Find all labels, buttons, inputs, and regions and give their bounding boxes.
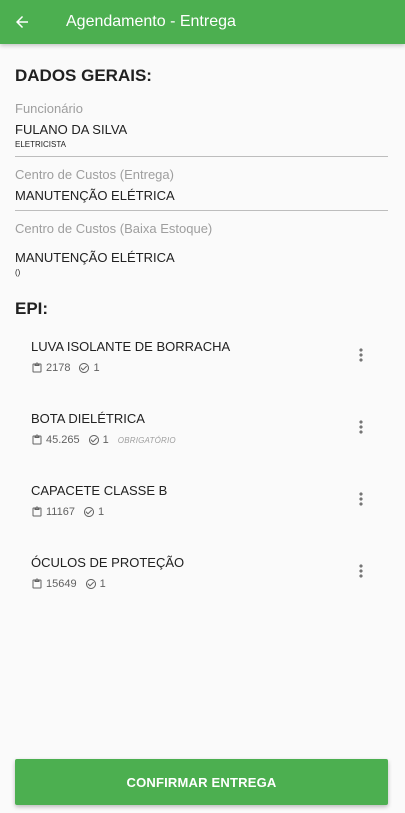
- epi-list: LUVA ISOLANTE DE BORRACHA 2178 1 BOTA DI…: [0, 333, 405, 621]
- epi-name: BOTA DIELÉTRICA: [31, 411, 145, 426]
- epi-list-item[interactable]: BOTA DIELÉTRICA 45.265 1 OBRIGATÓRIO: [31, 405, 371, 477]
- cost-center-stock-value: MANUTENÇÃO ELÉTRICA: [15, 250, 175, 265]
- check-circle-icon: [79, 363, 90, 373]
- epi-meta: 45.265 1 OBRIGATÓRIO: [31, 434, 371, 446]
- epi-name: ÓCULOS DE PROTEÇÃO: [31, 555, 185, 570]
- epi-section-title: EPI:: [15, 299, 49, 318]
- clipboard-icon: [32, 434, 42, 445]
- epi-code: 45.265: [46, 434, 80, 446]
- cost-center-stock-sub: (): [15, 268, 21, 277]
- epi-meta: 2178 1: [31, 362, 371, 374]
- page-title: Agendamento - Entrega: [66, 13, 236, 30]
- more-options-button[interactable]: [349, 415, 373, 439]
- epi-code: 2178: [46, 362, 71, 374]
- main-content: DADOS GERAIS: Funcionário FULANO DA SILV…: [0, 44, 405, 813]
- clipboard-icon: [32, 506, 42, 517]
- check-circle-icon: [85, 579, 96, 589]
- epi-list-item[interactable]: ÓCULOS DE PROTEÇÃO 15649 1: [31, 549, 371, 621]
- divider: [15, 210, 388, 211]
- clipboard-icon: [32, 578, 42, 589]
- epi-quantity: 1: [102, 434, 109, 446]
- employee-label: Funcionário: [15, 101, 83, 116]
- more-vert-icon: [359, 564, 363, 578]
- epi-meta: 11167 1: [31, 506, 371, 518]
- more-vert-icon: [359, 492, 363, 506]
- cost-center-delivery-value: MANUTENÇÃO ELÉTRICA: [15, 188, 175, 203]
- app-bar: Agendamento - Entrega: [0, 0, 405, 44]
- employee-role: ELETRICISTA: [15, 140, 66, 149]
- cost-center-delivery-label: Centro de Custos (Entrega): [15, 167, 174, 182]
- cost-center-stock-label: Centro de Custos (Baixa Estoque): [15, 221, 213, 236]
- clipboard-icon: [32, 362, 42, 373]
- epi-quantity: 1: [97, 506, 105, 518]
- general-section-title: DADOS GERAIS:: [15, 66, 152, 85]
- more-options-button[interactable]: [349, 559, 373, 583]
- employee-name: FULANO DA SILVA: [15, 122, 128, 137]
- cost-center-delivery-field[interactable]: Centro de Custos (Entrega) MANUTENÇÃO EL…: [15, 167, 388, 211]
- epi-list-item[interactable]: LUVA ISOLANTE DE BORRACHA 2178 1: [31, 333, 371, 405]
- more-options-button[interactable]: [349, 343, 373, 367]
- epi-name: CAPACETE CLASSE B: [31, 483, 168, 498]
- more-vert-icon: [359, 420, 363, 434]
- mandatory-badge: OBRIGATÓRIO: [117, 435, 176, 445]
- epi-quantity: 1: [93, 362, 100, 374]
- back-button[interactable]: [2, 0, 42, 44]
- epi-quantity: 1: [99, 578, 106, 590]
- epi-name: LUVA ISOLANTE DE BORRACHA: [31, 339, 231, 354]
- epi-meta: 15649 1: [31, 578, 371, 590]
- more-vert-icon: [359, 348, 363, 362]
- arrow-back-icon: [16, 16, 28, 28]
- cost-center-stock-field[interactable]: Centro de Custos (Baixa Estoque) MANUTEN…: [15, 221, 388, 277]
- epi-code: 15649: [46, 578, 77, 590]
- more-options-button[interactable]: [349, 487, 373, 511]
- check-circle-icon: [83, 507, 94, 517]
- epi-list-item[interactable]: CAPACETE CLASSE B 11167 1: [31, 477, 371, 549]
- employee-field[interactable]: Funcionário FULANO DA SILVA ELETRICISTA: [15, 101, 388, 157]
- divider: [15, 156, 388, 157]
- confirm-delivery-button[interactable]: CONFIRMAR ENTREGA: [15, 759, 388, 805]
- check-circle-icon: [88, 435, 99, 445]
- epi-code: 11167: [46, 506, 75, 518]
